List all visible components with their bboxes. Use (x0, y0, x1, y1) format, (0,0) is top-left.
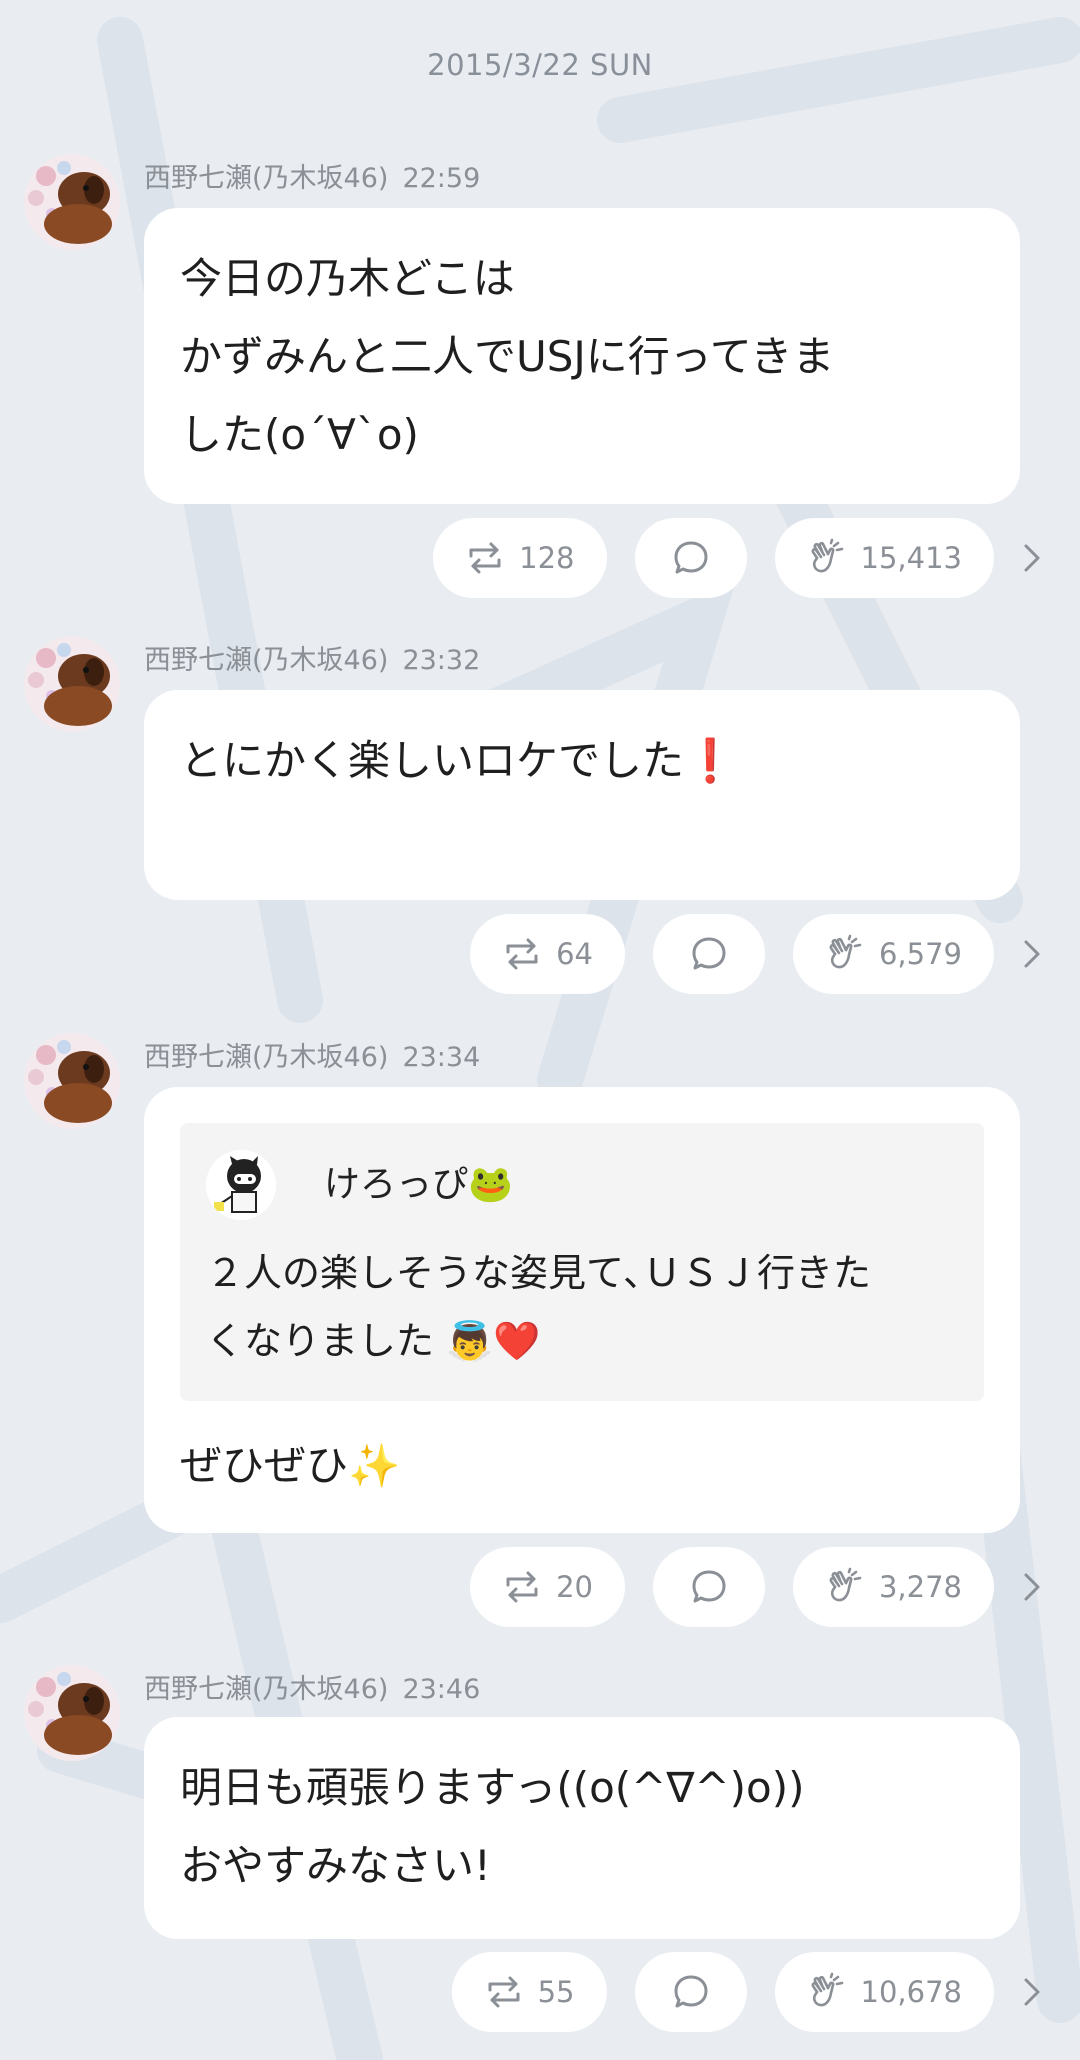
post-meta: 西野七瀬(乃木坂46) 23:32 (144, 638, 480, 677)
comment-button[interactable] (634, 518, 747, 598)
avatar[interactable] (24, 1033, 120, 1129)
clap-button[interactable]: 3,278 (792, 1547, 994, 1627)
post-meta: 西野七瀬(乃木坂46) 23:34 (144, 1035, 480, 1074)
date-header: 2015/3/22 SUN (427, 48, 653, 82)
repost-count: 20 (556, 1570, 593, 1604)
post-time: 23:32 (402, 645, 481, 676)
author-name: 西野七瀬(乃木坂46) (144, 1042, 389, 1073)
message-bubble[interactable]: 明日も頑張りますっ((o(^∇^)o)) おやすみなさい! (144, 1717, 1020, 1939)
chevron-right-icon[interactable] (1020, 538, 1044, 578)
comment-icon (689, 1567, 729, 1607)
repost-count: 128 (519, 541, 575, 575)
author-name: 西野七瀬(乃木坂46) (144, 163, 389, 194)
repost-icon (502, 1567, 542, 1607)
comment-button[interactable] (652, 1547, 765, 1627)
clap-icon (807, 538, 847, 578)
chevron-right-icon[interactable] (1020, 934, 1044, 974)
author-name: 西野七瀬(乃木坂46) (144, 645, 389, 676)
message-line: かずみんと二人でUSJに行ってきま (180, 332, 835, 381)
repost-icon (502, 934, 542, 974)
post-actions: 64 6,579 (442, 914, 1044, 994)
message-bubble[interactable]: とにかく楽しいロケでした❗️ (144, 690, 1020, 900)
quoted-reply-header: けろっぴ🐸 (206, 1145, 958, 1225)
message-bubble[interactable]: 今日の乃木どこは かずみんと二人でUSJに行ってきま した(o´∀`o) (144, 208, 1020, 504)
message-line: ぜひぜひ✨ (180, 1441, 401, 1490)
repost-button[interactable]: 20 (470, 1547, 625, 1627)
repost-button[interactable]: 55 (451, 1952, 607, 2032)
clap-button[interactable]: 15,413 (774, 518, 994, 598)
post-meta: 西野七瀬(乃木坂46) 22:59 (144, 156, 480, 195)
quoted-line: くなりました 👼❤️ (206, 1319, 541, 1363)
post-actions: 55 10,678 (424, 1952, 1044, 2032)
message-line: 今日の乃木どこは (180, 254, 515, 303)
clap-icon (825, 934, 865, 974)
comment-icon (689, 934, 729, 974)
quoted-user-name: けろっぴ🐸 (324, 1164, 513, 1205)
repost-button[interactable]: 64 (470, 914, 625, 994)
quoted-text: ２人の楽しそうな姿見て､ＵＳＪ行きた くなりました 👼❤️ (206, 1239, 958, 1375)
post-actions: 20 3,278 (442, 1547, 1044, 1627)
clap-count: 6,579 (878, 937, 962, 971)
post-time: 22:59 (402, 163, 481, 194)
clap-count: 15,413 (860, 541, 962, 575)
clap-icon (825, 1567, 865, 1607)
chevron-right-icon[interactable] (1020, 1567, 1044, 1607)
repost-icon (465, 538, 505, 578)
clap-count: 3,278 (878, 1570, 962, 1604)
comment-button[interactable] (634, 1952, 747, 2032)
post-time: 23:34 (402, 1042, 481, 1073)
clap-count: 10,678 (860, 1975, 962, 2009)
repost-count: 55 (537, 1975, 575, 2009)
post-actions: 128 15,413 (405, 518, 1044, 598)
clap-icon (807, 1972, 847, 2012)
author-name: 西野七瀬(乃木坂46) (144, 1674, 389, 1705)
comment-icon (671, 538, 711, 578)
avatar[interactable] (24, 636, 120, 732)
post-meta: 西野七瀬(乃木坂46) 23:46 (144, 1667, 480, 1706)
message-bubble[interactable]: けろっぴ🐸 ２人の楽しそうな姿見て､ＵＳＪ行きた くなりました 👼❤️ ぜひぜひ… (144, 1087, 1020, 1533)
message-line: した(o´∀`o) (180, 410, 419, 459)
quoted-line: ２人の楽しそうな姿見て､ＵＳＪ行きた (206, 1251, 872, 1295)
chevron-right-icon[interactable] (1020, 1972, 1044, 2012)
repost-icon (484, 1972, 524, 2012)
avatar[interactable] (24, 1665, 120, 1761)
quoted-reply[interactable]: けろっぴ🐸 ２人の楽しそうな姿見て､ＵＳＪ行きた くなりました 👼❤️ (180, 1123, 984, 1401)
message-line: おやすみなさい! (180, 1841, 491, 1890)
repost-button[interactable]: 128 (433, 518, 607, 598)
message-line: 明日も頑張りますっ((o(^∇^)o)) (180, 1763, 805, 1812)
comment-button[interactable] (652, 914, 765, 994)
fan-avatar (206, 1150, 276, 1220)
clap-button[interactable]: 6,579 (792, 914, 994, 994)
clap-button[interactable]: 10,678 (774, 1952, 994, 2032)
post-time: 23:46 (402, 1674, 481, 1705)
avatar[interactable] (24, 154, 120, 250)
message-line: とにかく楽しいロケでした❗️ (180, 736, 737, 785)
repost-count: 64 (556, 937, 593, 971)
comment-icon (671, 1972, 711, 2012)
